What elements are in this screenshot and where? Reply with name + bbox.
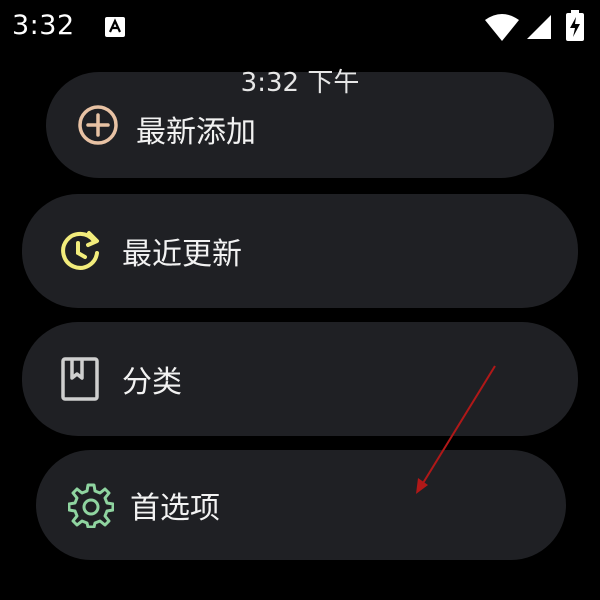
- menu-item-label: 首选项: [130, 491, 220, 526]
- battery-charging-icon: [566, 10, 584, 41]
- menu-item-recently-updated[interactable]: 最近更新: [22, 194, 578, 308]
- add-circle-icon: [76, 103, 120, 147]
- watch-clock: 3:32 下午: [240, 68, 360, 98]
- status-time: 3:32: [12, 10, 75, 41]
- gear-icon: [68, 482, 114, 528]
- bookmark-book-icon: [60, 356, 100, 402]
- menu-item-categories[interactable]: 分类: [22, 322, 578, 436]
- signal-icon: [527, 15, 551, 39]
- menu-item-label: 最新添加: [136, 115, 256, 150]
- history-icon: [56, 227, 104, 275]
- menu-item-preferences[interactable]: 首选项: [36, 450, 566, 560]
- wifi-icon: [485, 14, 519, 41]
- notification-a-icon: [105, 17, 125, 37]
- menu-item-label: 最近更新: [122, 237, 242, 272]
- screen: 3:32 3:32 下午 最新添加 最近更新 分类 首选项: [0, 0, 600, 600]
- menu-item-label: 分类: [122, 365, 182, 400]
